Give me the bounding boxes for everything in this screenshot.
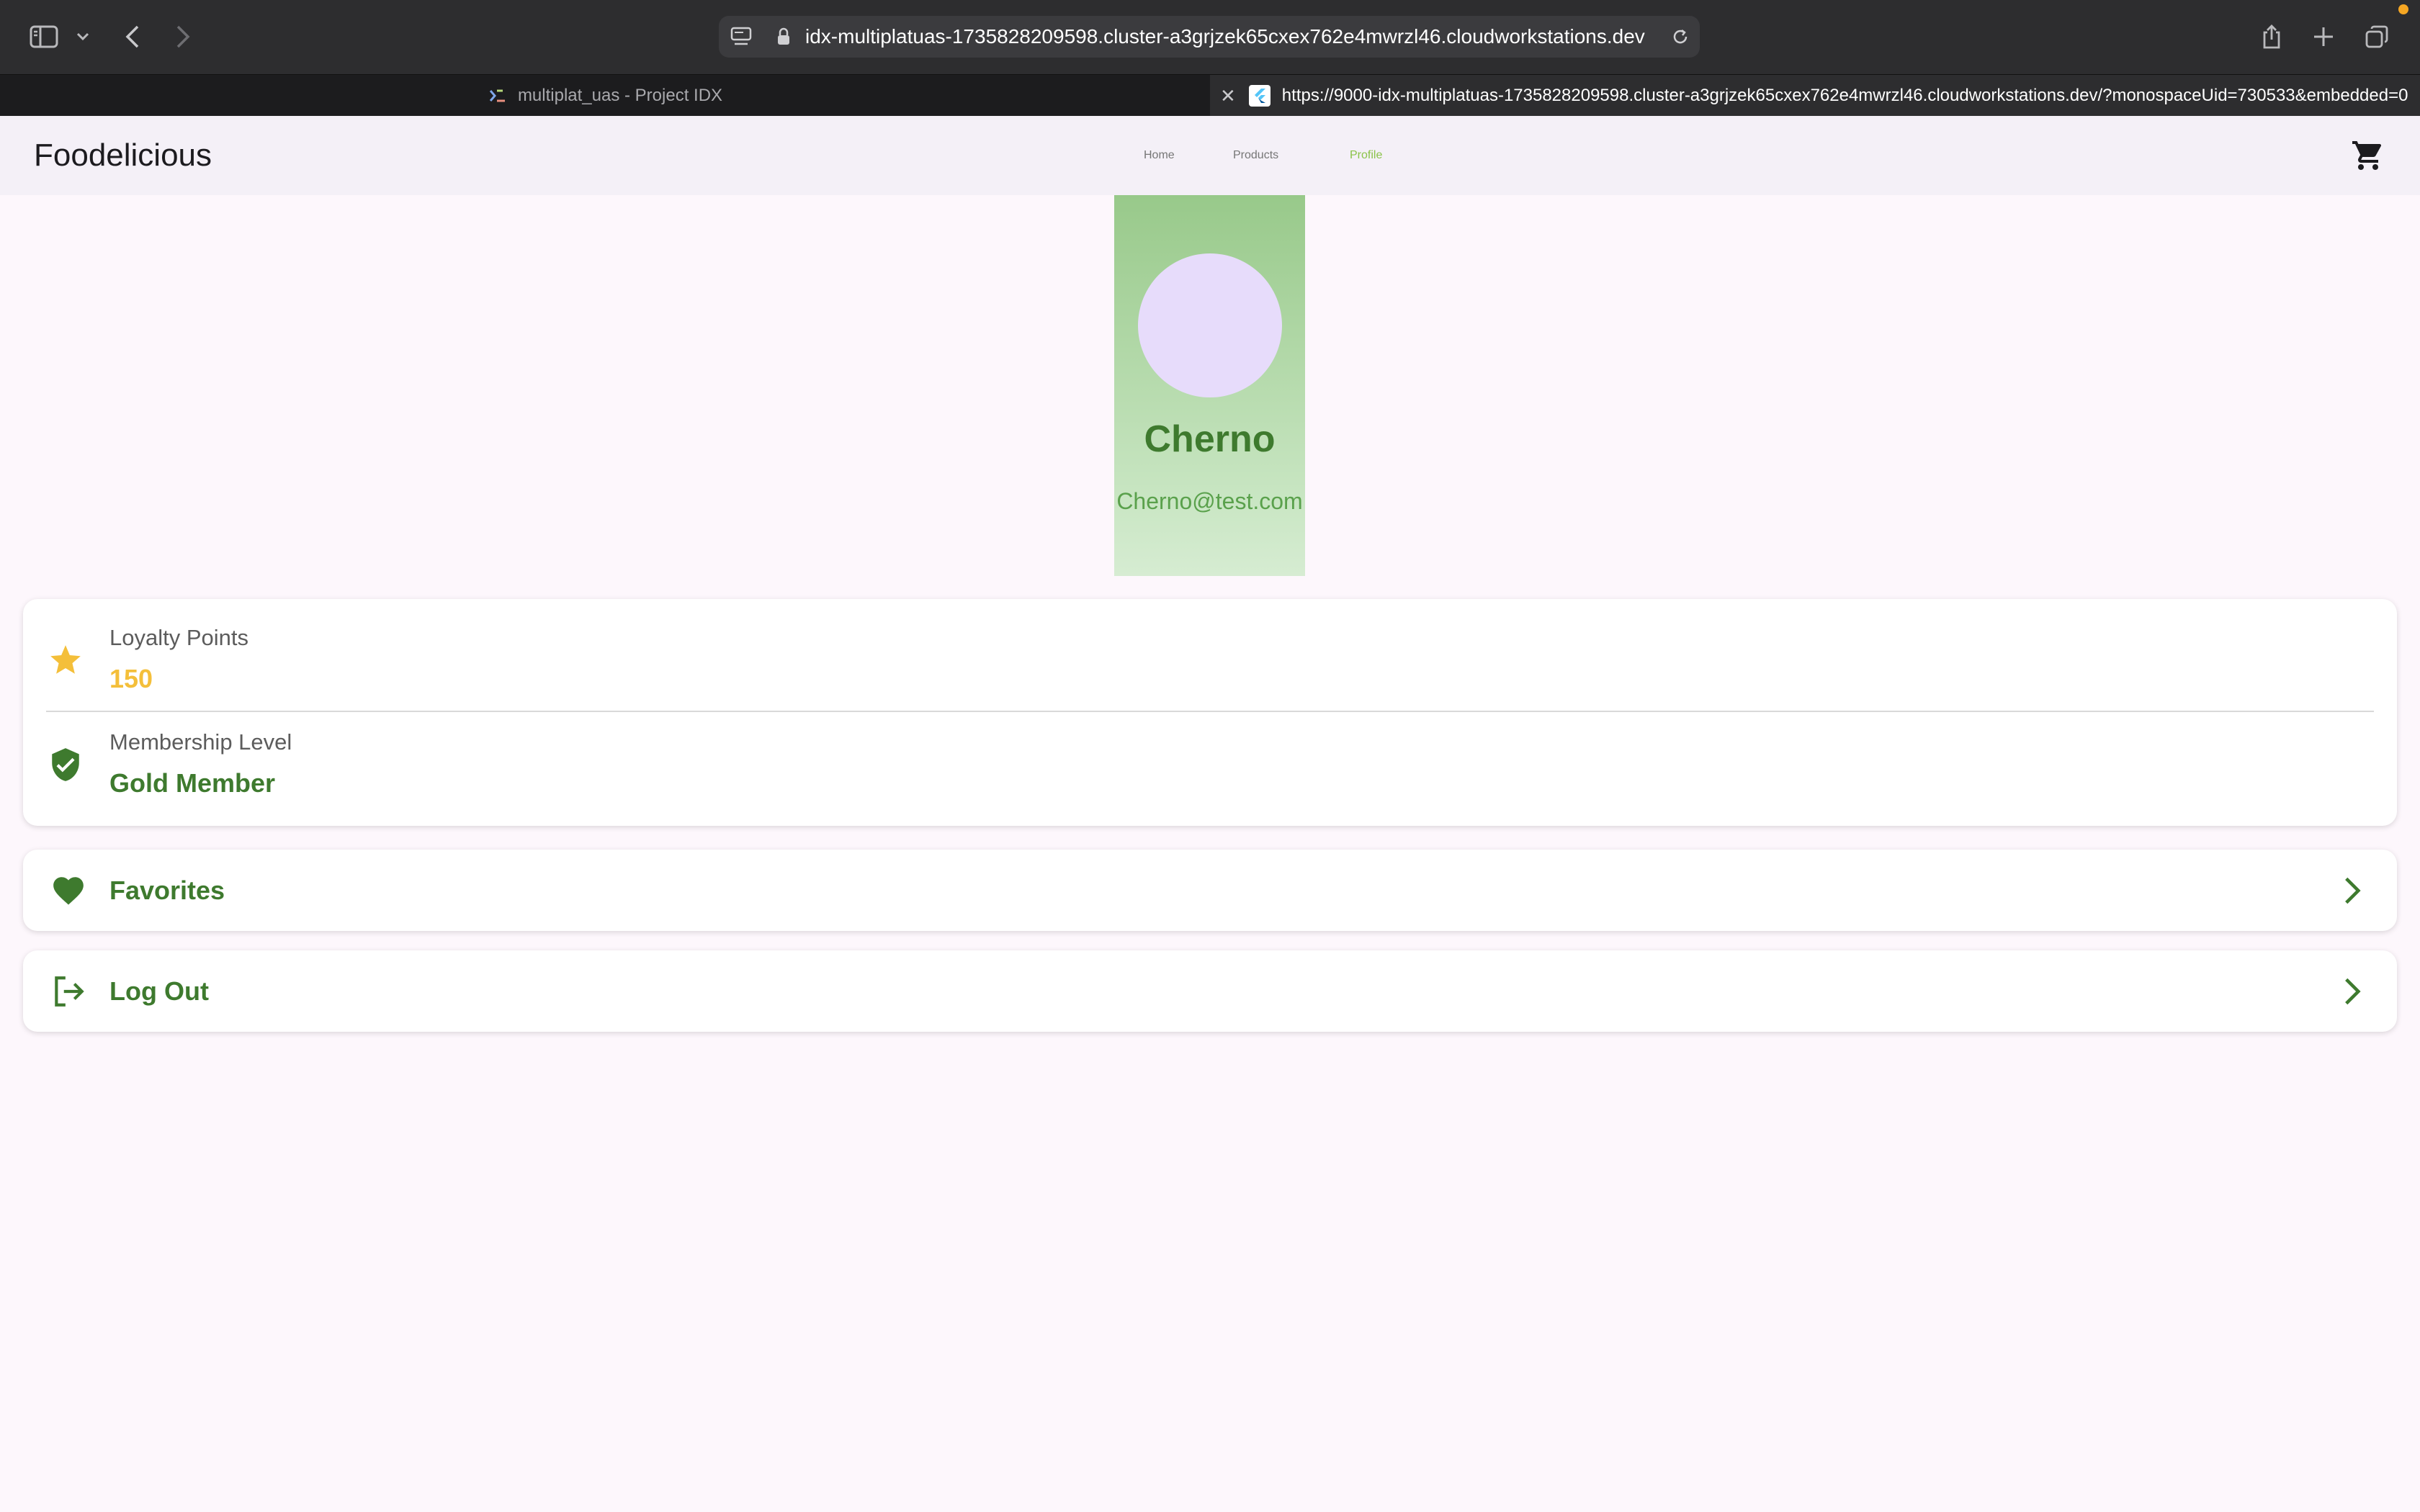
favorites-row[interactable]: Favorites <box>23 850 2397 931</box>
tab-app-preview[interactable]: ✕ https://9000-idx-multiplatuas-17358282… <box>1210 75 2420 117</box>
loyalty-points-value: 150 <box>109 664 153 693</box>
stats-card: Loyalty Points 150 Membership Level Gold… <box>23 599 2397 826</box>
shopping-cart-icon[interactable] <box>2351 138 2385 173</box>
verified-shield-icon <box>48 747 84 783</box>
logout-label: Log Out <box>109 976 209 1006</box>
chevron-right-icon <box>2334 873 2370 909</box>
tab-project-idx[interactable]: multiplat_uas - Project IDX <box>0 75 1210 117</box>
tab-strip: multiplat_uas - Project IDX ✕ https://90… <box>0 74 2420 117</box>
share-icon[interactable] <box>2257 16 2286 58</box>
membership-level-value: Gold Member <box>109 768 276 798</box>
lock-icon <box>776 27 791 46</box>
close-icon[interactable]: ✕ <box>1220 85 1236 107</box>
favorites-label: Favorites <box>109 876 225 905</box>
logout-row[interactable]: Log Out <box>23 950 2397 1032</box>
site-settings-icon[interactable] <box>730 27 752 47</box>
tab-overview-icon[interactable] <box>2362 16 2391 58</box>
forward-icon[interactable] <box>170 16 196 58</box>
reload-icon[interactable] <box>1671 27 1690 46</box>
nav-profile[interactable]: Profile <box>1350 116 1382 195</box>
avatar <box>1138 253 1282 397</box>
profile-header <box>1114 195 1305 576</box>
membership-level-label: Membership Level <box>109 729 292 755</box>
flutter-favicon-icon <box>1248 85 1270 107</box>
url-text: idx-multiplatuas-1735828209598.cluster-a… <box>805 25 1645 48</box>
logout-icon <box>50 973 86 1009</box>
address-bar[interactable]: idx-multiplatuas-1735828209598.cluster-a… <box>719 16 1700 58</box>
browser-toolbar: idx-multiplatuas-1735828209598.cluster-a… <box>0 0 2420 74</box>
new-tab-icon[interactable] <box>2309 16 2338 58</box>
divider <box>46 711 2374 712</box>
chevron-right-icon <box>2334 973 2370 1009</box>
back-icon[interactable] <box>120 16 145 58</box>
profile-email: Cherno@test.com <box>1116 488 1303 514</box>
brand-title: Foodelicious <box>34 138 212 173</box>
chevron-down-icon[interactable] <box>72 16 94 58</box>
sidebar-toggle-icon[interactable] <box>26 16 62 58</box>
nav-home[interactable]: Home <box>1144 116 1175 195</box>
nav-products[interactable]: Products <box>1233 116 1278 195</box>
project-idx-favicon-icon <box>488 86 508 106</box>
profile-name: Cherno <box>1144 418 1276 460</box>
notification-dot <box>2398 4 2408 14</box>
app-bar: Foodelicious Home Products Profile <box>0 116 2420 195</box>
star-icon <box>48 642 84 678</box>
tab-title: https://9000-idx-multiplatuas-1735828209… <box>1281 86 2408 105</box>
heart-icon <box>50 873 86 909</box>
loyalty-points-label: Loyalty Points <box>109 625 248 650</box>
tab-title: multiplat_uas - Project IDX <box>517 86 723 105</box>
